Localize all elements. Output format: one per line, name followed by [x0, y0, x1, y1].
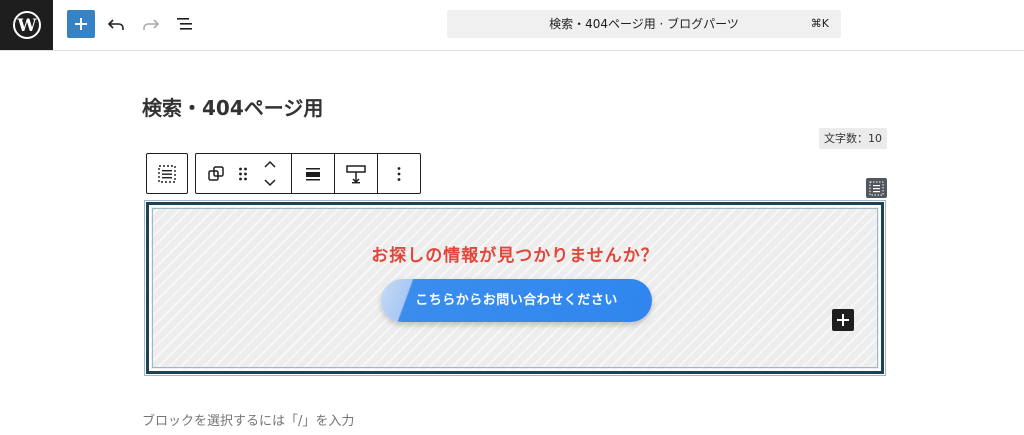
more-vertical-icon — [397, 166, 401, 181]
command-bar-shortcut: ⌘K — [810, 17, 829, 30]
chevron-down-icon — [264, 178, 276, 186]
contact-button[interactable]: こちらからお問い合わせください — [381, 279, 652, 322]
more-options-button[interactable] — [378, 154, 420, 193]
block-appender-icon — [837, 314, 849, 326]
select-parent-button[interactable] — [147, 154, 187, 193]
group-block[interactable]: お探しの情報が見つかりませんか？ こちらからお問い合わせください — [144, 200, 886, 376]
redo-button[interactable] — [139, 12, 163, 36]
group-icon — [869, 181, 884, 195]
document-overview-icon — [177, 18, 192, 30]
drag-handle[interactable] — [232, 154, 254, 193]
document-overview-button[interactable] — [173, 12, 197, 36]
block-toolbar-parent-group — [146, 153, 188, 194]
block-toolbar-main-group — [195, 153, 421, 194]
add-block-button[interactable] — [832, 309, 854, 331]
undo-icon — [107, 19, 124, 30]
redo-icon — [143, 19, 160, 30]
height-icon — [346, 164, 366, 183]
align-button[interactable] — [292, 154, 334, 193]
move-up-button[interactable] — [258, 154, 282, 173]
block-heading[interactable]: お探しの情報が見つかりませんか？ — [149, 241, 881, 266]
undo-button[interactable] — [104, 12, 128, 36]
group-icon — [158, 164, 176, 183]
contact-button-label: こちらからお問い合わせください — [415, 293, 618, 308]
command-bar-title: 検索・404ページ用 · ブログパーツ — [549, 17, 739, 31]
group-block-marker[interactable] — [866, 178, 887, 198]
chevron-up-icon — [264, 160, 276, 168]
post-title[interactable]: 検索・404ページ用 — [142, 92, 323, 121]
plus-icon — [75, 18, 87, 30]
transform-icon — [208, 165, 224, 181]
align-icon — [306, 167, 320, 180]
editor-header: W 検索・404ページ用 · ブログパーツ ⌘K — [0, 0, 1024, 51]
height-button[interactable] — [335, 154, 377, 193]
default-block-appender[interactable]: ブロックを選択するには「/」を入力 — [142, 410, 354, 429]
wordpress-logo-icon: W — [12, 11, 41, 39]
move-down-button[interactable] — [258, 173, 282, 192]
command-palette-bar[interactable]: 検索・404ページ用 · ブログパーツ ⌘K — [447, 10, 841, 38]
block-inserter-button[interactable] — [67, 10, 95, 38]
character-count-badge: 文字数：10 — [819, 128, 887, 149]
drag-handle-icon — [239, 167, 247, 180]
transform-block-button[interactable] — [200, 154, 232, 193]
svg-text:W: W — [16, 16, 37, 36]
wordpress-logo-button[interactable]: W — [0, 0, 53, 50]
